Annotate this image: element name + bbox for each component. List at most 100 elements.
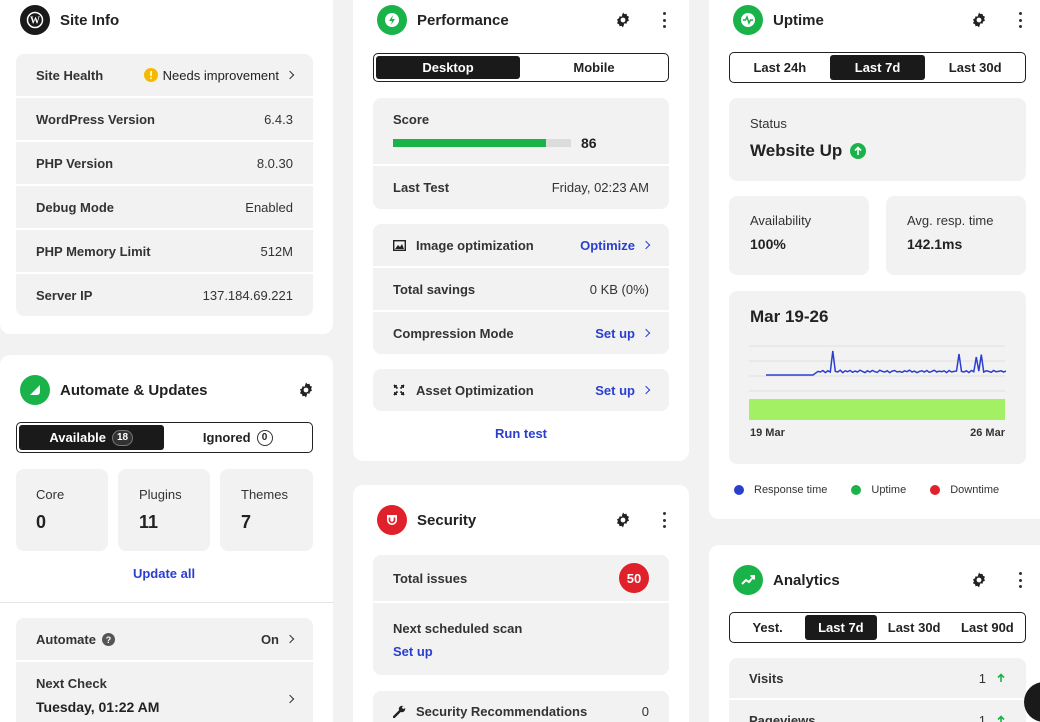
debug-mode-row: Debug Mode Enabled — [36, 199, 293, 215]
security-title: Security — [417, 511, 477, 529]
security-recommendations-row[interactable]: Security Recommendations 0 — [373, 691, 669, 722]
arrow-up-icon — [997, 673, 1005, 682]
expand-icon — [393, 384, 405, 396]
lightning-icon — [377, 5, 407, 35]
arrow-up-icon — [997, 715, 1005, 722]
next-check-value: Tuesday, 01:22 AM — [36, 699, 160, 715]
score-bar-fill — [393, 139, 547, 147]
legend-dot-response — [734, 485, 744, 495]
image-icon — [393, 239, 406, 251]
total-savings-row: Total savings 0 KB (0%) — [393, 281, 649, 297]
shield-icon — [377, 505, 407, 535]
uptime-icon — [733, 5, 763, 35]
asset-setup-link[interactable]: Set up — [595, 383, 635, 398]
uptime-chart-panel: Mar 19-26 19 Mar 26 Mar — [729, 291, 1026, 464]
automate-icon — [20, 375, 50, 405]
asset-optimization-panel: Asset Optimization Set up — [373, 369, 669, 411]
automate-row[interactable]: Automate ? On — [16, 618, 313, 660]
asset-optimization-row[interactable]: Asset Optimization Set up — [373, 369, 669, 411]
more-menu-icon[interactable] — [1017, 12, 1023, 28]
tab-last-90d[interactable]: Last 90d — [952, 615, 1023, 640]
more-menu-icon[interactable] — [661, 512, 667, 528]
more-menu-icon[interactable] — [661, 12, 667, 28]
tab-last-24h[interactable]: Last 24h — [732, 55, 828, 80]
gear-icon[interactable] — [298, 382, 314, 398]
gear-icon[interactable] — [971, 12, 987, 28]
compression-row[interactable]: Compression Mode Set up — [373, 312, 669, 354]
analytics-card: Analytics Yest. Last 7d Last 30d Last 90… — [709, 545, 1040, 722]
optimization-panel: Image optimization Optimize Total saving… — [373, 224, 669, 354]
updates-tabs: Available 18 Ignored 0 — [16, 422, 313, 453]
performance-card: Performance Desktop Mobile Score 86 Last… — [353, 0, 689, 461]
stat-plugins: Plugins 11 — [118, 469, 210, 551]
site-health-row[interactable]: Site Health Needs improvement — [16, 54, 313, 96]
next-check-label: Next Check — [36, 676, 107, 691]
site-info-title: Site Info — [60, 11, 120, 29]
response-time-line — [766, 350, 1007, 376]
site-health-value: Needs improvement — [162, 67, 279, 83]
score-bar — [393, 139, 571, 147]
warning-icon — [143, 68, 158, 82]
uptime-range-tabs: Last 24h Last 7d Last 30d — [729, 52, 1026, 83]
site-health-label: Site Health — [36, 67, 104, 83]
wrench-icon — [393, 705, 406, 718]
available-count-badge: 18 — [111, 429, 134, 446]
tab-available[interactable]: Available 18 — [19, 425, 164, 450]
help-icon[interactable]: ? — [101, 632, 115, 646]
security-card: Security Total issues 50 Next scheduled … — [353, 485, 689, 722]
ignored-count-badge: 0 — [256, 429, 273, 446]
analytics-icon — [733, 565, 763, 595]
tab-last-30d[interactable]: Last 30d — [879, 615, 950, 640]
pageviews-row: Pageviews 1 — [729, 700, 1026, 722]
run-test-link[interactable]: Run test — [353, 426, 689, 441]
chevron-right-icon — [285, 634, 295, 644]
x-axis-start: 19 Mar — [750, 427, 785, 439]
legend-dot-uptime — [851, 485, 862, 495]
optimize-link[interactable]: Optimize — [580, 238, 635, 253]
gear-icon[interactable] — [971, 572, 987, 588]
analytics-range-tabs: Yest. Last 7d Last 30d Last 90d — [729, 612, 1026, 643]
chart-title: Mar 19-26 — [750, 307, 829, 326]
update-all-link[interactable]: Update all — [0, 566, 328, 581]
php-memory-row: PHP Memory Limit 512M — [36, 243, 293, 259]
security-recommendations-panel: Security Recommendations 0 — [373, 691, 669, 722]
image-optimization-row[interactable]: Image optimization Optimize — [373, 224, 669, 266]
svg-text:W: W — [30, 16, 40, 27]
tab-yesterday[interactable]: Yest. — [732, 615, 803, 640]
analytics-title: Analytics — [773, 571, 840, 589]
gear-icon[interactable] — [615, 12, 631, 28]
tab-desktop[interactable]: Desktop — [376, 56, 520, 79]
score-panel: Score 86 Last Test Friday, 02:23 AM — [373, 98, 669, 209]
svg-text:?: ? — [106, 635, 112, 645]
legend-dot-downtime — [930, 485, 941, 495]
gear-icon[interactable] — [615, 512, 631, 528]
wp-version-row: WordPress Version 6.4.3 — [36, 111, 293, 127]
compression-setup-link[interactable]: Set up — [595, 326, 635, 341]
tab-last-7d[interactable]: Last 7d — [805, 615, 877, 640]
uptime-card: Uptime Last 24h Last 7d Last 30d Status … — [709, 0, 1040, 519]
tab-last-30d[interactable]: Last 30d — [927, 55, 1023, 80]
site-info-card: W Site Info Site Health Needs improvemen… — [0, 0, 333, 334]
performance-title: Performance — [417, 11, 509, 29]
next-check-row[interactable]: Next Check Tuesday, 01:22 AM — [16, 662, 313, 722]
uptime-title: Uptime — [773, 11, 824, 29]
tab-mobile[interactable]: Mobile — [522, 56, 666, 79]
server-ip-row: Server IP 137.184.69.221 — [36, 287, 293, 303]
tab-last-7d[interactable]: Last 7d — [829, 55, 926, 80]
tab-ignored[interactable]: Ignored 0 — [166, 425, 311, 450]
uptime-bar — [749, 399, 1005, 420]
next-scan-label: Next scheduled scan — [393, 621, 523, 636]
score-value: 86 — [581, 135, 597, 151]
site-info-panel: Site Health Needs improvement WordPress … — [16, 54, 313, 316]
arrow-up-icon — [850, 143, 867, 159]
x-axis-end: 26 Mar — [970, 427, 1005, 439]
status-value: Website Up — [750, 141, 843, 160]
status-label: Status — [750, 116, 787, 131]
next-scan-setup-link[interactable]: Set up — [393, 644, 433, 659]
visits-row: Visits 1 — [729, 658, 1026, 698]
php-version-row: PHP Version 8.0.30 — [36, 155, 293, 171]
more-menu-icon[interactable] — [1017, 572, 1023, 588]
automate-panel: Automate ? On Next Check Tuesday, 01:22 … — [16, 618, 313, 722]
chart-legend: Response time Uptime Downtime — [734, 484, 999, 496]
stat-themes: Themes 7 — [220, 469, 313, 551]
